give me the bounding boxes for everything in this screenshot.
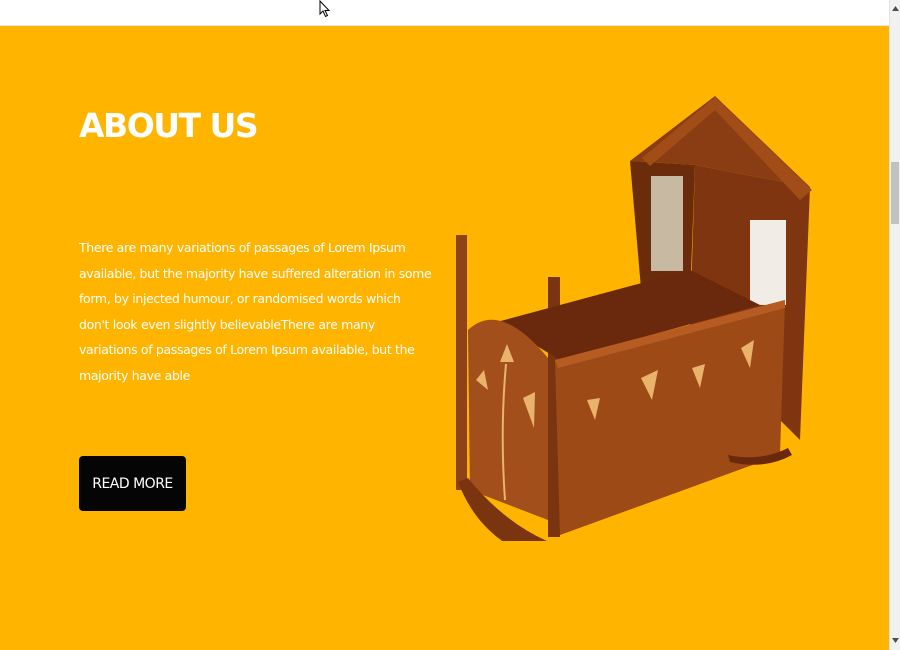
scroll-down-arrow-icon[interactable] [891, 636, 900, 645]
top-strip [0, 0, 889, 26]
curtain-right [750, 220, 786, 305]
scroll-up-arrow-icon[interactable] [891, 4, 900, 13]
scroll-thumb[interactable] [891, 162, 899, 224]
post-left [456, 235, 467, 490]
read-more-button[interactable]: READ MORE [79, 456, 186, 511]
about-paragraph: There are many variations of passages of… [79, 240, 432, 383]
about-heading: ABOUT US [79, 106, 259, 145]
vertical-scrollbar[interactable] [889, 0, 900, 650]
cradle-image [456, 96, 812, 541]
curtain-left [651, 176, 683, 271]
mouse-pointer-icon [319, 0, 331, 18]
